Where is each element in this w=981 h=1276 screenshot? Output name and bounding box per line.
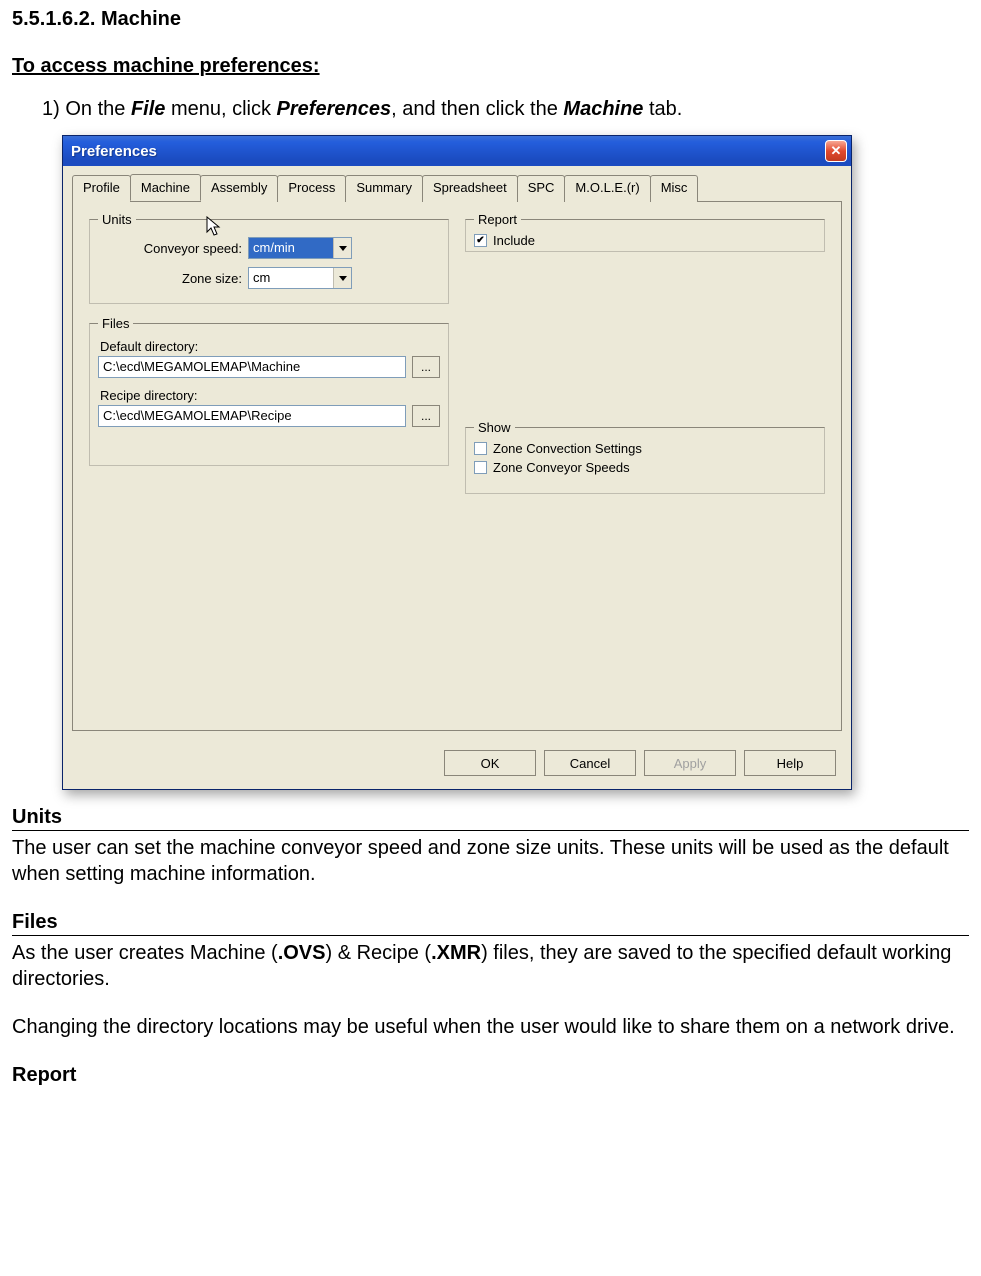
tab-mole[interactable]: M.O.L.E.(r) <box>564 175 650 202</box>
conveyor-speed-label: Conveyor speed: <box>98 241 248 256</box>
units-section-heading: Units <box>12 806 969 831</box>
files-section-heading: Files <box>12 911 969 936</box>
zone-size-combo[interactable]: cm <box>248 267 352 289</box>
zone-convection-label: Zone Convection Settings <box>493 441 642 456</box>
step-1-text: menu, click <box>165 98 276 120</box>
tab-profile[interactable]: Profile <box>72 175 131 202</box>
units-legend: Units <box>98 212 136 227</box>
kw-file: File <box>131 98 165 120</box>
tab-machine[interactable]: Machine <box>130 174 201 201</box>
step-1-text: , and then click the <box>391 98 563 120</box>
preferences-dialog-screenshot: Preferences ✕ Profile Machine Assembly P… <box>62 135 969 790</box>
close-button[interactable]: ✕ <box>825 140 847 162</box>
tab-summary[interactable]: Summary <box>345 175 423 202</box>
conveyor-speed-combo[interactable]: cm/min <box>248 237 352 259</box>
units-section-para: The user can set the machine conveyor sp… <box>12 835 969 887</box>
kw-machine: Machine <box>563 98 643 120</box>
text: As the user creates Machine ( <box>12 942 278 964</box>
section-number: 5.5.1.6.2. Machine <box>12 8 969 31</box>
report-legend: Report <box>474 212 521 227</box>
browse-default-button[interactable]: ... <box>412 356 440 378</box>
tab-assembly[interactable]: Assembly <box>200 175 278 202</box>
zone-size-label: Zone size: <box>98 271 248 286</box>
recipe-dir-label: Recipe directory: <box>100 388 440 403</box>
files-section-para1: As the user creates Machine (.OVS) & Rec… <box>12 940 969 992</box>
files-section-para2: Changing the directory locations may be … <box>12 1014 969 1040</box>
default-dir-input[interactable]: C:\ecd\MEGAMOLEMAP\Machine <box>98 356 406 378</box>
recipe-dir-input[interactable]: C:\ecd\MEGAMOLEMAP\Recipe <box>98 405 406 427</box>
zone-conveyor-checkbox[interactable] <box>474 461 487 474</box>
step-1-text: tab. <box>643 98 682 120</box>
browse-recipe-button[interactable]: ... <box>412 405 440 427</box>
ovs-ext: .OVS <box>278 942 326 964</box>
conveyor-speed-value: cm/min <box>249 238 333 258</box>
tab-spc[interactable]: SPC <box>517 175 566 202</box>
zone-convection-checkbox[interactable] <box>474 442 487 455</box>
files-legend: Files <box>98 316 133 331</box>
tabstrip: Profile Machine Assembly Process Summary… <box>72 174 842 201</box>
ok-button[interactable]: OK <box>444 750 536 776</box>
kw-preferences: Preferences <box>277 98 392 120</box>
apply-button[interactable]: Apply <box>644 750 736 776</box>
units-group: Units Conveyor speed: cm/min Zone size: <box>89 212 449 304</box>
chevron-down-icon[interactable] <box>333 238 351 258</box>
cancel-button[interactable]: Cancel <box>544 750 636 776</box>
show-legend: Show <box>474 420 515 435</box>
xmr-ext: .XMR <box>431 942 481 964</box>
zone-size-value: cm <box>249 268 333 288</box>
tab-process[interactable]: Process <box>277 175 346 202</box>
files-group: Files Default directory: C:\ecd\MEGAMOLE… <box>89 316 449 466</box>
close-icon: ✕ <box>831 143 842 159</box>
show-group: Show Zone Convection Settings Zone Conve… <box>465 420 825 494</box>
zone-conveyor-label: Zone Conveyor Speeds <box>493 460 630 475</box>
report-section-heading: Report <box>12 1064 969 1088</box>
text: ) & Recipe ( <box>325 942 431 964</box>
tab-panel-machine: Units Conveyor speed: cm/min Zone size: <box>72 201 842 731</box>
step-1-text: 1) On the <box>42 98 131 120</box>
include-label: Include <box>493 233 535 248</box>
tab-misc[interactable]: Misc <box>650 175 699 202</box>
include-checkbox[interactable]: ✔ <box>474 234 487 247</box>
access-heading: To access machine preferences: <box>12 55 969 78</box>
report-group: Report ✔ Include <box>465 212 825 252</box>
check-icon: ✔ <box>476 236 484 246</box>
titlebar[interactable]: Preferences ✕ <box>63 136 851 166</box>
help-button[interactable]: Help <box>744 750 836 776</box>
default-dir-label: Default directory: <box>100 339 440 354</box>
step-1: 1) On the File menu, click Preferences, … <box>42 98 969 121</box>
tab-spreadsheet[interactable]: Spreadsheet <box>422 175 518 202</box>
dialog-button-bar: OK Cancel Apply Help <box>78 750 836 776</box>
window-title: Preferences <box>71 143 157 160</box>
chevron-down-icon[interactable] <box>333 268 351 288</box>
